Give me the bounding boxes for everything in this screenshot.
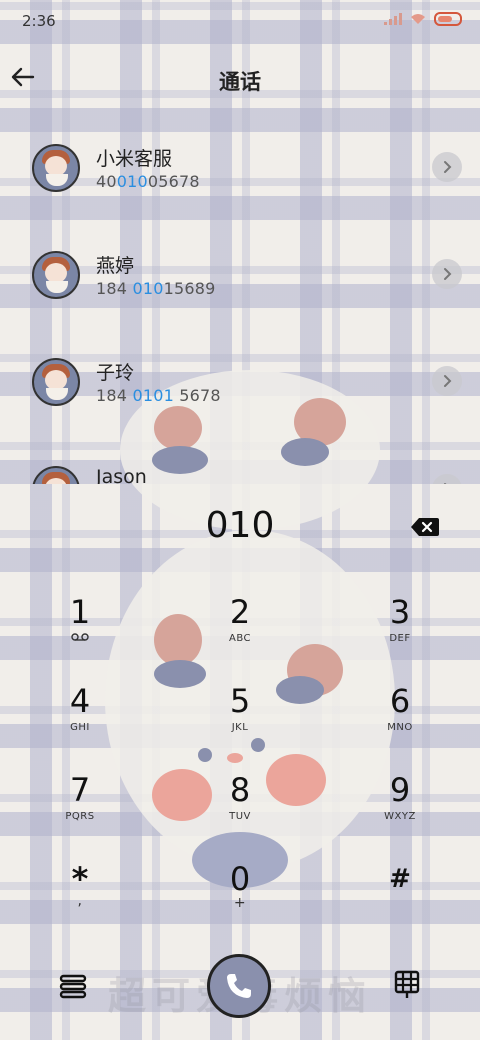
bottom-bar: 超可爱毒烦恼 <box>0 950 480 1020</box>
battery-icon <box>434 12 462 26</box>
dialed-number: 010 <box>205 505 275 546</box>
key-hash[interactable]: # <box>340 859 460 939</box>
page-title: 通话 <box>219 70 261 94</box>
contact-number: 184 0101 5678 <box>96 386 221 405</box>
signal-icon <box>384 13 402 25</box>
contact-details-button[interactable] <box>432 152 462 182</box>
key-0[interactable]: 0 + <box>180 859 300 939</box>
wifi-icon <box>410 13 426 25</box>
contact-row[interactable]: 子玲 184 0101 5678 <box>0 342 480 422</box>
contact-details-button[interactable] <box>432 366 462 396</box>
avatar <box>32 251 80 299</box>
avatar <box>32 466 80 484</box>
contact-list[interactable]: 小米客服 4001005678 燕婷 184 01015689 子玲 184 0… <box>0 128 480 484</box>
voicemail-icon <box>20 633 140 644</box>
contact-number: 184 01015689 <box>96 279 216 298</box>
key-4[interactable]: 4 GHI <box>20 681 140 761</box>
header: 通话 <box>0 50 480 110</box>
key-3[interactable]: 3 DEF <box>340 592 460 672</box>
contact-name: Jason <box>96 466 147 484</box>
key-6[interactable]: 6 MNO <box>340 681 460 761</box>
contact-row[interactable]: Jason <box>0 450 480 484</box>
call-button[interactable] <box>207 954 271 1018</box>
contact-name: 燕婷 <box>96 255 135 277</box>
key-7[interactable]: 7 PQRS <box>20 770 140 850</box>
contact-name: 子玲 <box>96 362 135 384</box>
contact-row[interactable]: 小米客服 4001005678 <box>0 128 480 208</box>
chevron-right-icon <box>444 161 452 173</box>
status-time: 2:36 <box>22 12 56 30</box>
key-1[interactable]: 1 <box>20 592 140 672</box>
keypad-toggle-button[interactable] <box>394 970 420 1000</box>
key-9[interactable]: 9 WXYZ <box>340 770 460 850</box>
avatar <box>32 358 80 406</box>
key-5[interactable]: 5 JKL <box>180 681 300 761</box>
contact-details-button[interactable] <box>432 259 462 289</box>
status-bar: 2:36 <box>0 0 480 40</box>
chevron-right-icon <box>444 375 452 387</box>
menu-button[interactable] <box>58 972 88 1000</box>
key-star[interactable]: *, <box>20 859 140 939</box>
contact-details-button[interactable] <box>432 474 462 484</box>
key-2[interactable]: 2 ABC <box>180 592 300 672</box>
phone-icon <box>227 974 251 998</box>
contact-name: 小米客服 <box>96 148 173 170</box>
backspace-icon <box>411 518 439 536</box>
avatar <box>32 144 80 192</box>
key-8[interactable]: 8 TUV <box>180 770 300 850</box>
chevron-right-icon <box>444 268 452 280</box>
contact-row[interactable]: 燕婷 184 01015689 <box>0 235 480 315</box>
backspace-button[interactable] <box>410 516 440 538</box>
chevron-right-icon <box>444 483 447 484</box>
contact-number: 4001005678 <box>96 172 200 191</box>
menu-icon <box>59 974 87 999</box>
keypad-icon <box>394 970 420 998</box>
status-icons <box>384 12 462 26</box>
